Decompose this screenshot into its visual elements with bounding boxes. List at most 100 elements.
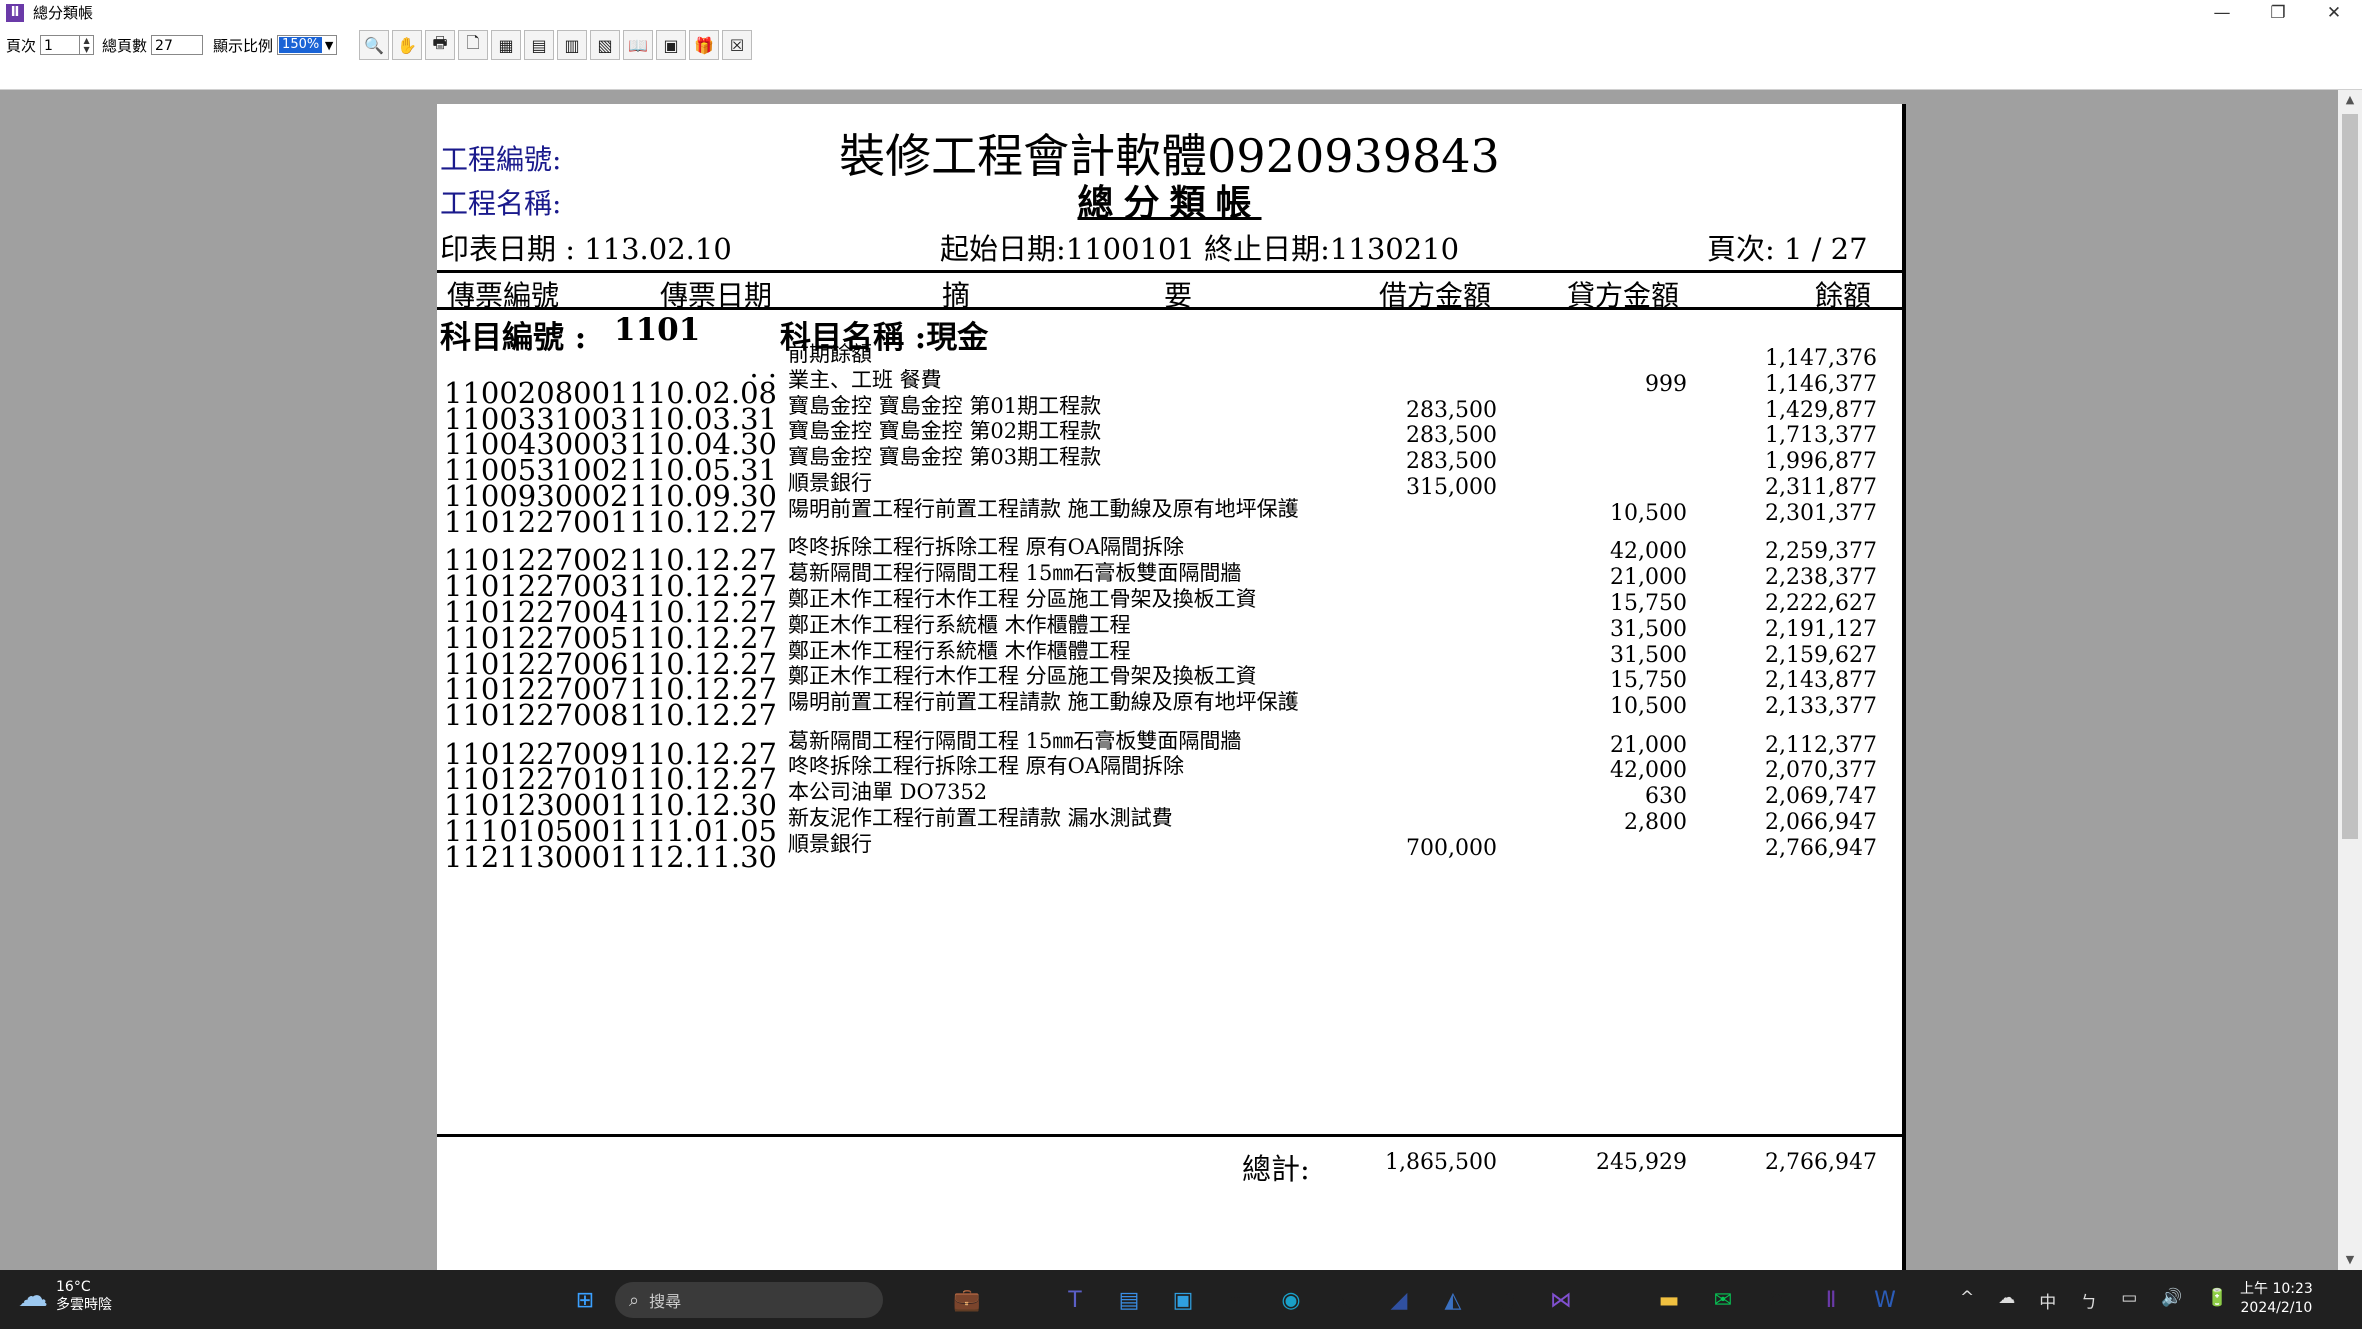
export-4-button[interactable]: ▧ <box>590 30 621 60</box>
balance-amount: 2,191,127 <box>1765 616 1877 642</box>
description: 葛新隔間工程行隔間工程 15㎜石膏板雙面隔間牆 <box>788 561 1242 586</box>
balance-amount: 1,996,877 <box>1765 449 1877 475</box>
search-icon: ⌕ <box>629 1289 640 1311</box>
balance-amount: 2,766,947 <box>1765 835 1877 861</box>
search-placeholder: 搜尋 <box>649 1292 682 1311</box>
export-excel-button[interactable]: ▦ <box>491 30 522 60</box>
zoom-select[interactable]: 150% ▼ <box>277 35 338 55</box>
task-view-icon[interactable]: ▭ <box>1001 1280 1041 1320</box>
app3-icon[interactable]: ❂ <box>1757 1280 1797 1320</box>
header-bottom-rule <box>437 307 1902 310</box>
description: 新友泥作工程行前置工程請款 漏水測試費 <box>788 806 1173 830</box>
balance-amount: 1,429,877 <box>1765 397 1877 423</box>
description: 葛新隔間工程行隔間工程 15㎜石膏板雙面隔間牆 <box>788 728 1242 753</box>
voucher-date: 110.12.27 <box>629 698 777 733</box>
close-preview-button[interactable]: ☒ <box>722 30 753 60</box>
line-icon[interactable]: ✉ <box>1703 1280 1743 1320</box>
gift-button[interactable]: 🎁 <box>689 30 720 60</box>
clock[interactable]: 上午 10:23 2024/2/10 <box>2240 1280 2313 1318</box>
word-icon[interactable]: W <box>1865 1280 1905 1320</box>
minimize-button[interactable]: — <box>2194 0 2250 25</box>
export-3-icon: ▥ <box>564 35 580 55</box>
weather-widget[interactable]: ☁ 16°C 多雲時陰 <box>18 1278 112 1314</box>
balance-amount: 2,311,877 <box>1765 475 1877 500</box>
clock-time: 上午 10:23 <box>2240 1281 2313 1297</box>
description: 鄭正木作工程行木作工程 分區施工骨架及換板工資 <box>788 586 1257 611</box>
tools-icon[interactable]: ✂ <box>1595 1280 1635 1320</box>
teams-icon[interactable]: T <box>1055 1280 1095 1320</box>
voucher-date: 110.12.27 <box>629 504 777 539</box>
balance-amount: 2,069,747 <box>1765 784 1877 810</box>
description: 鄭正木作工程行系統櫃 木作櫃體工程 <box>788 612 1131 637</box>
page-input[interactable]: 1 <box>40 35 81 55</box>
app2-icon[interactable]: ◭ <box>1433 1280 1473 1320</box>
pdf-icon: ▣ <box>663 35 679 55</box>
restore-button[interactable]: ❐ <box>2250 0 2306 25</box>
description: 鄭正木作工程行木作工程 分區施工骨架及換板工資 <box>788 664 1257 689</box>
photos-icon[interactable]: ▣ <box>1163 1280 1203 1320</box>
balance-amount: 2,066,947 <box>1765 810 1877 835</box>
window-title: 總分類帳 <box>33 4 94 22</box>
onedrive-icon[interactable]: ☁ <box>1998 1288 2015 1313</box>
close-button[interactable]: ✕ <box>2306 0 2362 25</box>
notepad-icon[interactable]: ▤ <box>1109 1280 1149 1320</box>
vs-icon[interactable]: ⋈ <box>1541 1280 1581 1320</box>
volume-icon[interactable]: 🔊 <box>2161 1288 2182 1313</box>
zoom-value: 150% <box>279 37 323 53</box>
scroll-up-icon[interactable]: ▲ <box>2338 90 2362 110</box>
description: 鄭正木作工程行系統櫃 木作櫃體工程 <box>788 638 1131 663</box>
description: 業主、工班 餐費 <box>788 367 942 392</box>
report-subtitle: 總分類帳 <box>1077 182 1262 224</box>
weather-temp: 16°C <box>56 1279 91 1295</box>
pdf-button[interactable]: ▣ <box>656 30 687 60</box>
app1-icon[interactable]: ◢ <box>1379 1280 1419 1320</box>
weather-desc: 多雲時陰 <box>56 1297 112 1313</box>
export-3-button[interactable]: ▥ <box>557 30 588 60</box>
battery-icon[interactable]: 🔋 <box>2206 1288 2227 1313</box>
total-balance: 2,766,947 <box>1765 1150 1877 1175</box>
edge-icon[interactable]: ◉ <box>1271 1280 1311 1320</box>
show-hidden-icon[interactable]: ^ <box>1960 1288 1974 1313</box>
print-button[interactable]: 🖶 <box>425 30 456 60</box>
balance-amount: 2,159,627 <box>1765 642 1877 668</box>
description: 陽明前置工程行前置工程請款 施工動線及原有地坪保護 <box>788 690 1299 715</box>
total-pages-field: 27 <box>151 35 204 55</box>
toolbar-tools: 🔍 ✋ 🖶 🗋 ▦ ▤ ▥ ▧ 📖 ▣ 🎁 ☒ <box>359 30 755 60</box>
zoom-button[interactable]: 🔍 <box>359 30 390 60</box>
book-icon: 📖 <box>628 35 648 55</box>
bopomofo-icon[interactable]: ㄅ <box>2080 1288 2097 1313</box>
print-icon: 🖶 <box>432 32 448 52</box>
page-button[interactable]: 🗋 <box>458 30 489 60</box>
taskbar-search[interactable]: ⌕ 搜尋 <box>615 1282 883 1318</box>
start-icon[interactable]: ⊞ <box>565 1280 605 1320</box>
scroll-thumb[interactable] <box>2342 114 2358 839</box>
export-2-button[interactable]: ▤ <box>524 30 555 60</box>
globe-icon[interactable]: ◍ <box>1487 1280 1527 1320</box>
ime-icon[interactable]: 中 <box>2039 1288 2056 1313</box>
accounting-app-icon[interactable]: Ⅱ <box>1811 1280 1851 1320</box>
gift-icon: 🎁 <box>694 35 714 55</box>
account-no: 1101 <box>614 312 701 348</box>
description: 咚咚拆除工程行拆除工程 原有OA隔間拆除 <box>788 535 1185 560</box>
balance-amount: 2,259,377 <box>1765 539 1877 565</box>
title-bar: Ⅱ 總分類帳 — ❐ ✕ <box>0 0 2362 25</box>
folder-icon[interactable]: ▬ <box>1649 1280 1689 1320</box>
chrome-icon[interactable]: ◎ <box>1325 1280 1365 1320</box>
page-stepper[interactable]: ▲ ▼ <box>80 35 95 55</box>
header-top-rule <box>437 270 1902 273</box>
description: 咚咚拆除工程行拆除工程 原有OA隔間拆除 <box>788 754 1185 779</box>
briefcase-icon[interactable]: 💼 <box>947 1280 987 1320</box>
chevron-down-icon: ▼ <box>324 38 334 52</box>
store-icon[interactable]: ▦ <box>1217 1280 1257 1320</box>
page-icon: 🗋 <box>466 32 480 52</box>
description: 陽明前置工程行前置工程請款 施工動線及原有地坪保護 <box>788 496 1299 521</box>
toolbar: 頁次 1 ▲ ▼ 總頁數 27 顯示比例 150% ▼ 🔍 ✋ 🖶 🗋 ▦ ▤ ▥ ▧ 📖 ▣ 🎁 ☒ <box>0 25 2362 65</box>
book-button[interactable]: 📖 <box>623 30 654 60</box>
zoom-icon: 🔍 <box>364 35 384 55</box>
hand-button[interactable]: ✋ <box>392 30 423 60</box>
vertical-scrollbar[interactable]: ▲ ▼ <box>2338 90 2362 1270</box>
display-icon[interactable]: ▭ <box>2121 1288 2137 1313</box>
balance-amount: 1,146,377 <box>1765 371 1877 397</box>
scroll-down-icon[interactable]: ▼ <box>2338 1250 2362 1270</box>
taskbar: ☁ 16°C 多雲時陰 ⊞ 💼 ▭ T ▤ ▣ ▦ ◉ ◎ ◢ ◭ ◍ ⋈ ✂ ▬ ✉ ❂ Ⅱ W ⌕ 搜尋 ^ ☁ 中… <box>0 1270 2362 1329</box>
